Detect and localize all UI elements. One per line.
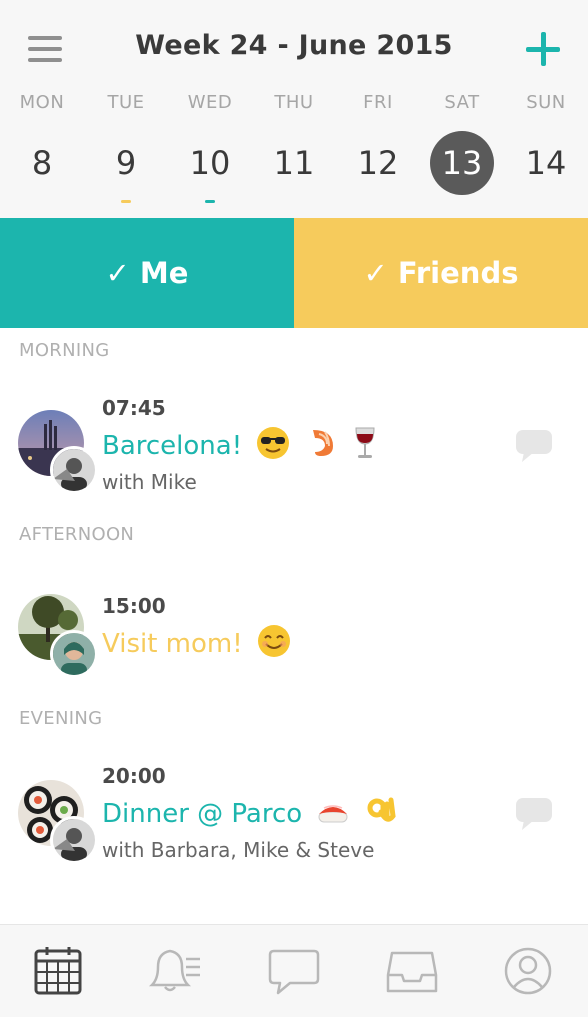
event-title: Dinner @ Parco <box>102 794 399 835</box>
day-sat[interactable]: SAT 13 <box>420 92 504 195</box>
day-sun[interactable]: SUN 14 <box>504 92 588 193</box>
event-time: 20:00 <box>102 764 166 788</box>
selected-day-number: 13 <box>430 131 494 195</box>
event-item[interactable]: 07:45 Barcelona! with Mike <box>0 390 588 500</box>
day-tue[interactable]: TUE 9 <box>84 92 168 203</box>
comment-icon[interactable] <box>514 428 554 464</box>
event-participants: with Barbara, Mike & Steve <box>102 838 375 862</box>
day-name: FRI <box>363 92 393 113</box>
day-fri[interactable]: FRI 12 <box>336 92 420 193</box>
week-header: Week 24 - June 2015 MON 8 TUE 9 WED 10 T… <box>0 0 588 218</box>
friends-event-indicator <box>121 200 131 203</box>
shrimp-emoji <box>305 426 339 467</box>
participant-avatar <box>50 630 98 678</box>
day-number: 9 <box>115 144 137 182</box>
section-evening: EVENING <box>19 708 103 729</box>
event-item[interactable]: 15:00 Visit mom! <box>0 576 588 686</box>
day-name: MON <box>19 92 65 113</box>
event-title-text: Dinner @ Parco <box>102 799 303 829</box>
day-name: WED <box>187 92 233 113</box>
bottom-tab-bar <box>0 924 588 1017</box>
day-number: 14 <box>525 144 567 182</box>
day-name: TUE <box>107 92 145 113</box>
day-mon[interactable]: MON 8 <box>0 92 84 193</box>
notifications-icon[interactable] <box>146 943 202 999</box>
filter-friends-label: ✓ Friends <box>363 256 519 290</box>
day-wed[interactable]: WED 10 <box>168 92 252 203</box>
calendar-icon[interactable] <box>30 943 86 999</box>
day-name: SUN <box>526 92 566 113</box>
inbox-icon[interactable] <box>384 943 440 999</box>
comment-icon[interactable] <box>514 796 554 832</box>
sunglasses-emoji <box>256 426 290 467</box>
me-event-indicator <box>205 200 215 203</box>
event-time: 07:45 <box>102 396 166 420</box>
participant-avatar <box>50 446 98 494</box>
section-afternoon: AFTERNOON <box>19 524 135 545</box>
filter-friends-toggle[interactable]: ✓ Friends <box>294 218 588 328</box>
sushi-emoji <box>316 794 350 835</box>
page-title: Week 24 - June 2015 <box>135 30 453 61</box>
day-number: 12 <box>357 144 399 182</box>
day-number: 10 <box>189 144 231 182</box>
add-event-button[interactable] <box>526 32 560 66</box>
day-thu[interactable]: THU 11 <box>252 92 336 193</box>
filter-me-label: ✓ Me <box>105 256 189 290</box>
day-number: 11 <box>273 144 315 182</box>
event-time: 15:00 <box>102 594 166 618</box>
filter-me-toggle[interactable]: ✓ Me <box>0 218 294 328</box>
event-title-text: Visit mom! <box>102 629 243 659</box>
event-title: Barcelona! <box>102 426 377 467</box>
ok-hand-emoji <box>365 794 399 835</box>
event-participants: with Mike <box>102 470 197 494</box>
day-name: SAT <box>444 92 480 113</box>
chat-icon[interactable] <box>266 943 322 999</box>
section-morning: MORNING <box>19 340 110 361</box>
profile-icon[interactable] <box>500 943 556 999</box>
event-title-text: Barcelona! <box>102 431 243 461</box>
day-name: THU <box>274 92 314 113</box>
participant-avatar <box>50 816 98 864</box>
event-title: Visit mom! <box>102 624 291 665</box>
event-item[interactable]: 20:00 Dinner @ Parco with Barbara, Mike … <box>0 760 588 870</box>
wine-glass-emoji <box>353 426 377 467</box>
day-number: 8 <box>31 144 53 182</box>
smile-emoji <box>257 624 291 665</box>
